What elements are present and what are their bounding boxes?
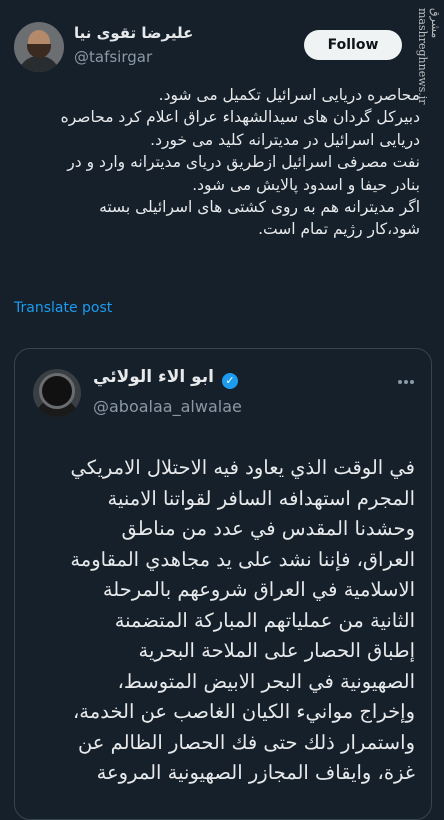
follow-button[interactable]: Follow [304,30,402,60]
mashregh-watermark: مشرق mashreghnews.ir [416,8,442,105]
quoted-text-line: واستمرار ذلك حتى فك الحصار الظالم عن [77,730,415,754]
quoted-text-line: غزة، وايقاف المجازر الصهيونية المروعة [96,761,415,784]
tweet-text-line: اگر مدیترانه هم به روی کشتی های اسرائیلی… [99,198,420,217]
avatar-beard-shape [27,44,51,58]
tweet-text: محاصره دریایی اسرائیل تکمیل می شود. دبیر… [12,84,420,241]
quoted-author-name: ابو الاء الولائي [93,367,214,387]
quoted-text-line: إطباق الحصار على الملاحة البحرية [138,639,416,662]
quoted-text-line: الصهيونية في البحر الابيض المتوسط، [117,669,415,693]
quoted-author-avatar[interactable] [33,369,81,417]
author-handle[interactable]: @tafsirgar [74,48,152,66]
more-options-icon[interactable] [397,373,415,389]
quoted-post-card[interactable]: ابو الاء الولائي ✓ @aboalaa_alwalae في ا… [14,348,432,820]
quoted-post-text: في الوقت الذي يعاود فيه الاحتلال الامريك… [29,453,415,789]
translate-post-link[interactable]: Translate post [14,300,112,316]
tweet-text-line: محاصره دریایی اسرائیل تکمیل می شود. [158,86,420,104]
tweet-text-line: دریایی اسرائیل در مدیترانه کلید می خورد. [150,130,420,149]
quoted-text-line: الاسلامية في العراق شروعهم بالمرحلة [102,578,415,601]
avatar-body-shape [18,56,60,72]
quoted-author-handle[interactable]: @aboalaa_alwalae [93,397,242,416]
quoted-text-line: المجرم استهدافه السافر لقواتنا الامنية [107,486,415,510]
quoted-text-line: في الوقت الذي يعاود فيه الاحتلال الامريك… [70,456,415,479]
quoted-text-line: وإخراج موانيء الكيان الغاصب عن الخدمة، [73,700,415,723]
quoted-text-line: العراق، فإننا نشد على يد مجاهدي المقاومة [70,547,415,571]
tweet-text-line: نفت مصرفی اسرائیل ازطریق دریای مدیترانه … [67,153,420,172]
tweet-text-line: دبیرکل گردان های سیدالشهداء عراق اعلام ک… [60,108,420,127]
avatar-head-shape [39,373,75,409]
tweet-text-line: بنادر حیفا و اسدود پالایش می شود. [192,175,420,194]
verified-badge-icon: ✓ [221,373,238,389]
quoted-text-line: وحشدنا المقدس في عدد من مناطق [121,517,415,540]
tweet-text-line: شود،کار رژیم تمام است. [258,220,420,239]
author-name[interactable]: علیرضا تقوی نیا [74,24,193,42]
quoted-author-name-row[interactable]: ابو الاء الولائي ✓ [93,367,238,389]
author-avatar[interactable] [14,22,64,72]
quoted-text-line: الثانية من عملياتهم المباركة المتضمنة [114,608,415,632]
